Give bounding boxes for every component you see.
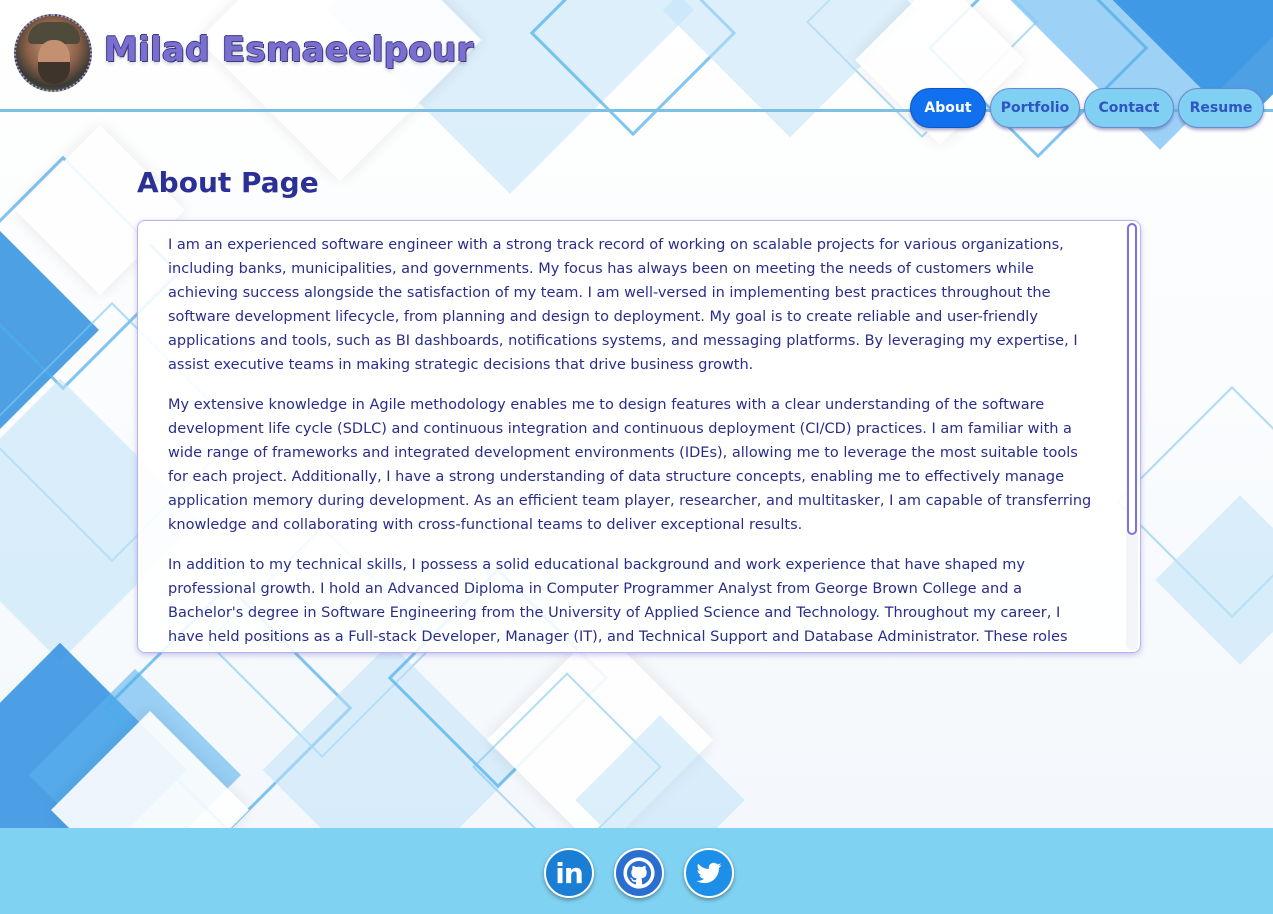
nav-portfolio-button[interactable]: Portfolio — [990, 88, 1080, 128]
twitter-icon[interactable] — [684, 848, 734, 898]
linkedin-icon[interactable]: in — [544, 848, 594, 898]
scrollbar-track[interactable] — [1126, 223, 1138, 650]
nav-about-button[interactable]: About — [910, 88, 986, 128]
about-paragraph-3: In addition to my technical skills, I po… — [168, 557, 1068, 645]
nav-resume-button[interactable]: Resume — [1178, 88, 1264, 128]
scrollbar-thumb[interactable] — [1127, 223, 1137, 535]
about-paragraph-1: I am an experienced software engineer wi… — [168, 237, 1078, 373]
nav-contact-button[interactable]: Contact — [1084, 88, 1174, 128]
avatar[interactable] — [14, 14, 92, 92]
about-paragraph-2: My extensive knowledge in Agile methodol… — [168, 397, 1092, 533]
about-text: I am an experienced software engineer wi… — [168, 233, 1100, 652]
main-nav: About Portfolio Contact Resume — [910, 88, 1264, 128]
site-title[interactable]: Milad Esmaeelpour — [104, 30, 474, 70]
site-footer: in — [0, 828, 1273, 914]
page-title: About Page — [137, 166, 319, 199]
github-icon[interactable] — [614, 848, 664, 898]
about-content-box[interactable]: I am an experienced software engineer wi… — [137, 220, 1141, 653]
